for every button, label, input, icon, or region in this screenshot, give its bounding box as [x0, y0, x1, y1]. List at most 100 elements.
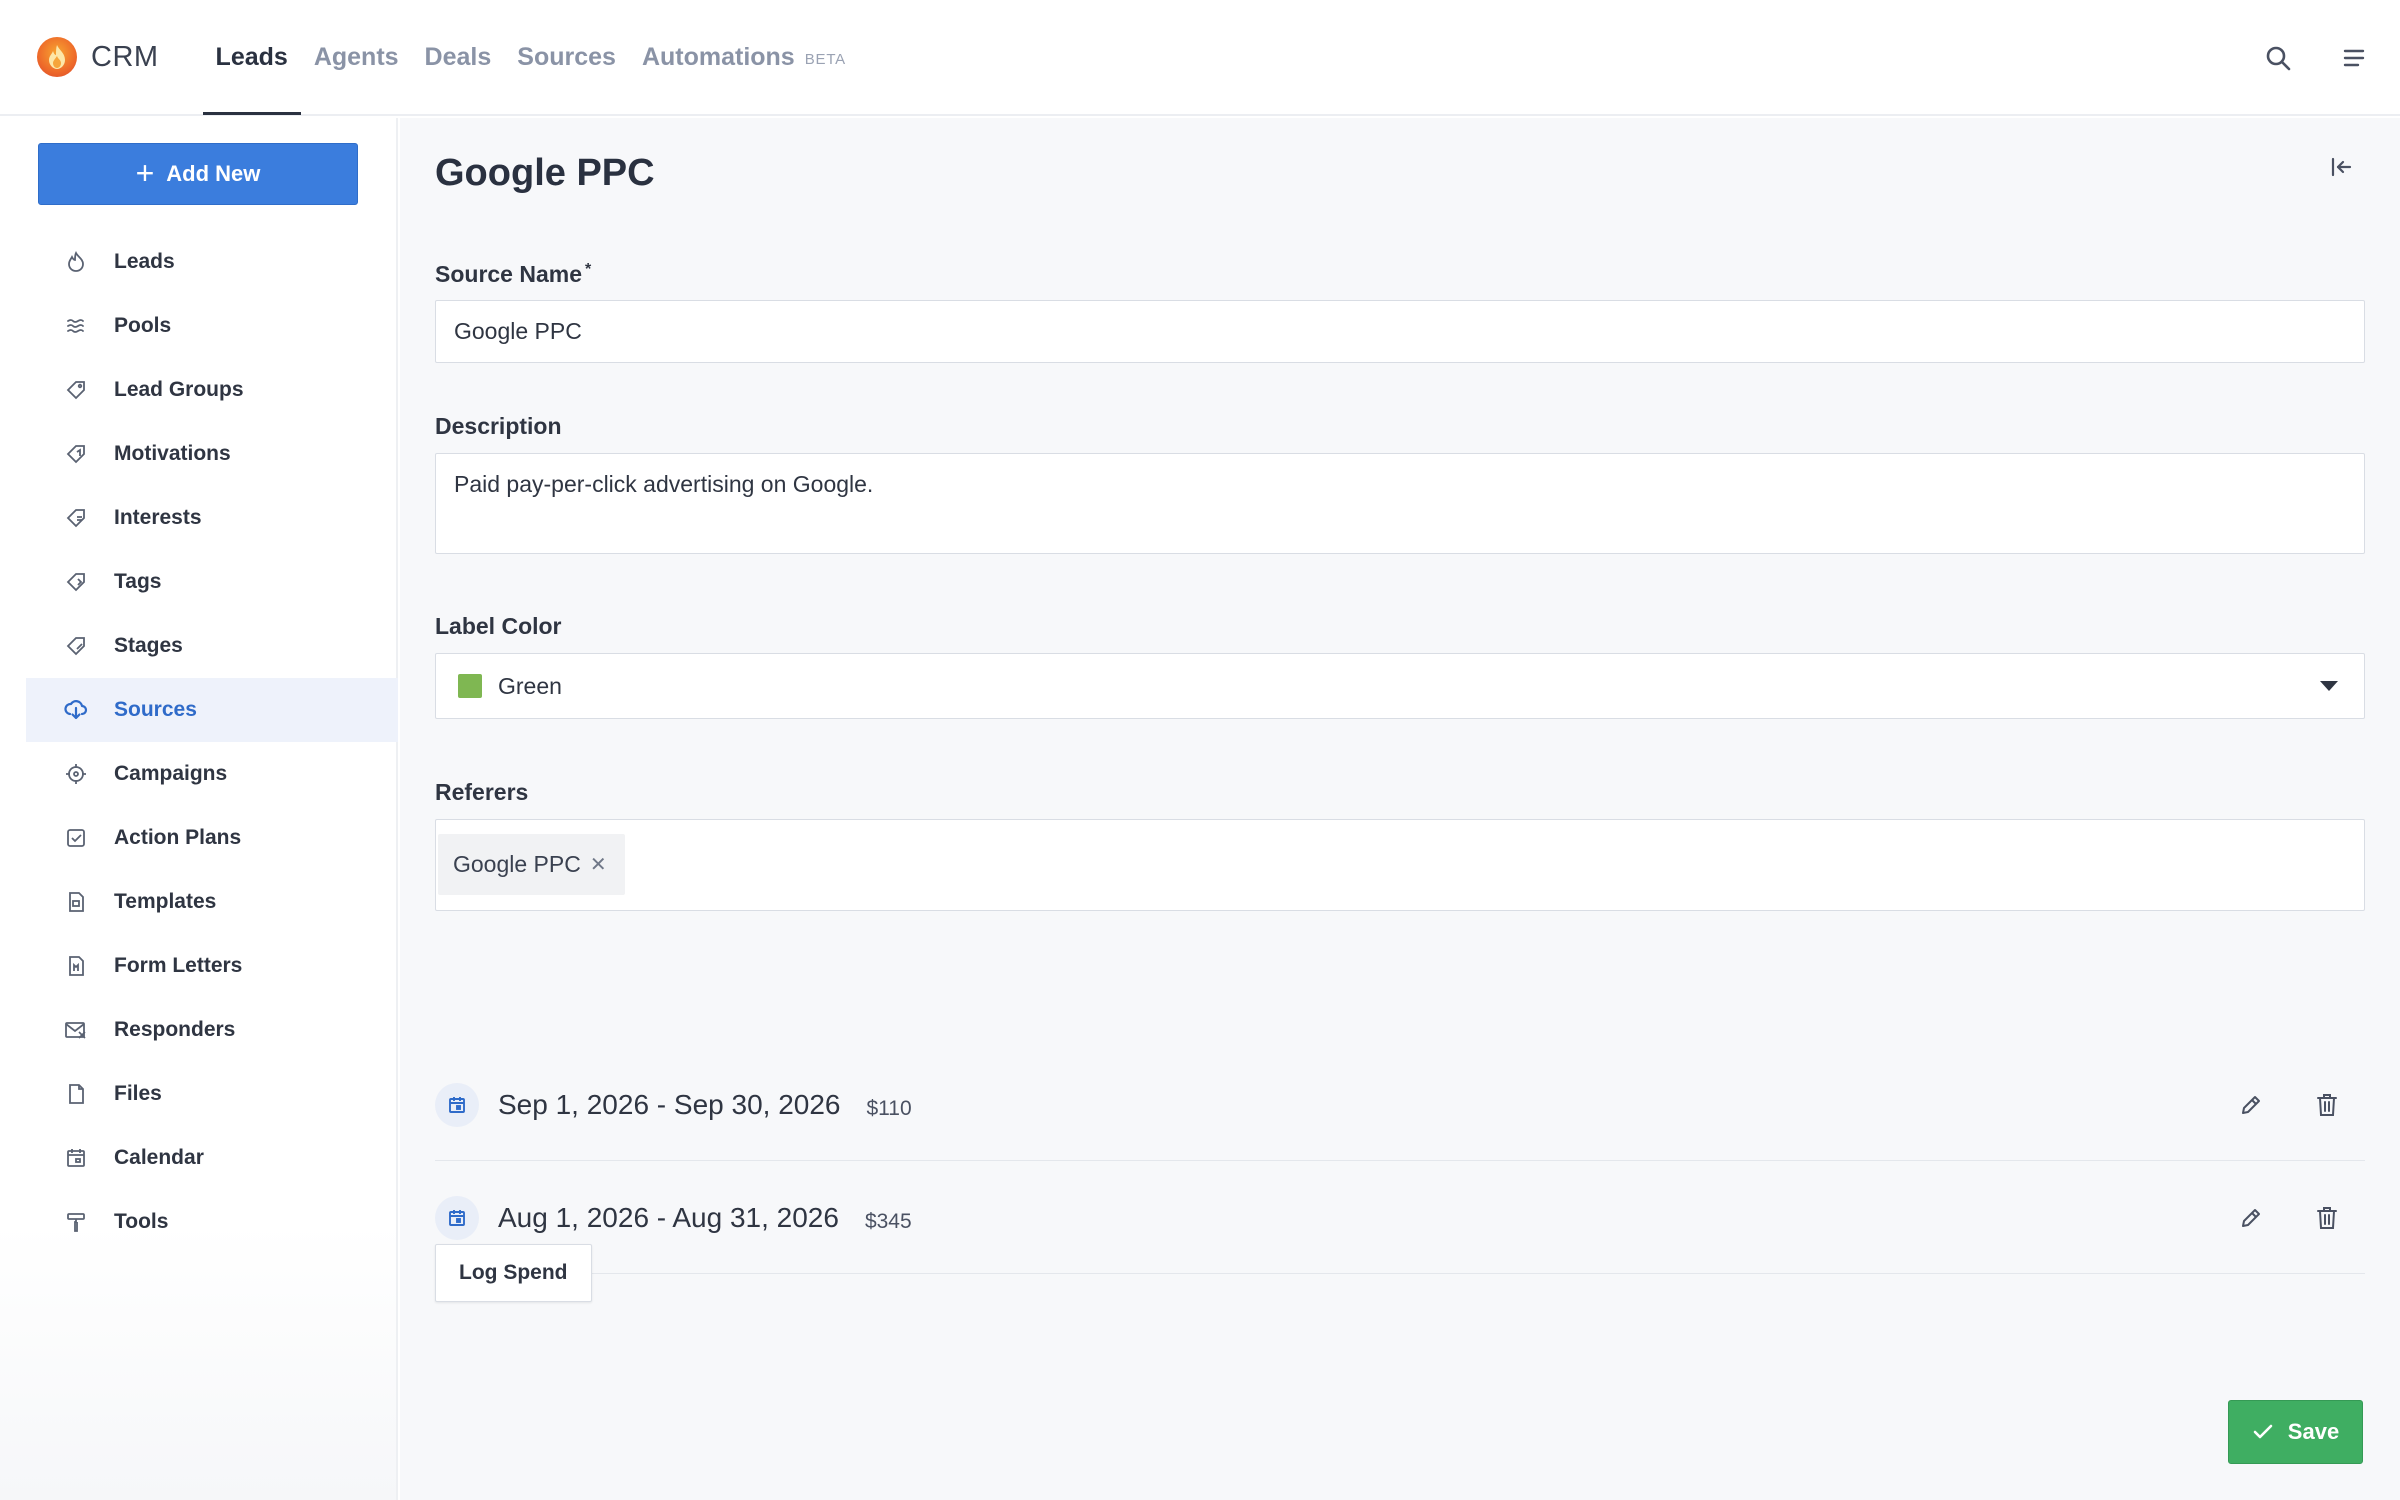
page-title: Google PPC: [435, 152, 655, 194]
label-color-label: Label Color: [435, 613, 562, 639]
sidebar-item-label: Motivations: [114, 442, 231, 465]
sidebar-item-label: Lead Groups: [114, 378, 244, 401]
add-new-button[interactable]: + Add New: [38, 143, 358, 205]
leads-icon: [58, 251, 94, 273]
pools-icon: [58, 315, 94, 337]
topnav-label: Agents: [313, 42, 399, 71]
flame-icon: [37, 37, 77, 77]
motivations-icon: [58, 443, 94, 465]
source-name-label-text: Source Name: [435, 261, 583, 287]
sidebar-item-action-plans[interactable]: Action Plans: [26, 806, 398, 870]
sidebar-item-pools[interactable]: Pools: [26, 294, 398, 358]
log-spend-button[interactable]: Log Spend: [435, 1244, 592, 1302]
paint-roller-icon: [58, 1211, 94, 1233]
file-icon: [58, 1083, 94, 1105]
plus-icon: +: [135, 154, 155, 191]
sidebar-item-calendar[interactable]: Calendar: [26, 1126, 398, 1190]
menu-icon[interactable]: [2316, 0, 2392, 116]
spend-entry: Aug 1, 2026 - Aug 31, 2026 $345: [435, 1162, 2365, 1274]
spend-amount: $110: [866, 1096, 912, 1120]
spend-date-range: Sep 1, 2026 - Sep 30, 2026: [498, 1088, 841, 1120]
brand[interactable]: CRM: [37, 37, 159, 77]
checkbox-icon: [58, 827, 94, 849]
sidebar-item-label: Templates: [114, 890, 217, 913]
calendar-icon: [435, 1195, 479, 1240]
required-mark: *: [585, 261, 592, 278]
calendar-icon: [435, 1082, 479, 1127]
sidebar-item-label: Action Plans: [114, 826, 242, 849]
topnav-automations[interactable]: Automations BETA: [629, 0, 859, 115]
topnav-agents[interactable]: Agents: [301, 0, 412, 115]
source-name-label: Source Name *: [435, 261, 591, 288]
referers-label: Referers: [435, 779, 529, 805]
search-icon[interactable]: [2240, 0, 2316, 116]
interests-icon: [58, 507, 94, 529]
sidebar-item-interests[interactable]: Interests: [26, 486, 398, 550]
sidebar-item-label: Responders: [114, 1018, 236, 1041]
calendar-icon: [58, 1147, 94, 1169]
top-bar: CRM Leads Agents Deals Sources Automatio…: [0, 0, 2400, 116]
sidebar-item-tags[interactable]: Tags: [26, 550, 398, 614]
row-actions: [2213, 1162, 2365, 1273]
edit-icon[interactable]: [2213, 1093, 2289, 1117]
row-actions: [2213, 1049, 2365, 1160]
source-name-input[interactable]: Google PPC: [435, 300, 2365, 363]
topnav-label: Sources: [517, 42, 616, 71]
edit-icon[interactable]: [2213, 1206, 2289, 1230]
trash-icon[interactable]: [2289, 1206, 2365, 1230]
sidebar-item-label: Tags: [114, 570, 162, 593]
spend-amount: $345: [864, 1209, 912, 1233]
sidebar: + Add New Leads Pools Lead Groups Motiva…: [0, 118, 398, 1500]
sidebar-item-label: Tools: [114, 1210, 169, 1233]
beta-badge: BETA: [804, 50, 846, 68]
chevron-down-icon: [2320, 681, 2338, 691]
sources-icon: [58, 699, 94, 721]
referers-input[interactable]: Google PPC ✕: [435, 819, 2365, 911]
main-panel: Google PPC Source Name * Google PPC Descr…: [400, 118, 2400, 1500]
save-button[interactable]: Save: [2228, 1400, 2363, 1464]
topnav-sources[interactable]: Sources: [504, 0, 629, 115]
description-value: Paid pay-per-click advertising on Google…: [454, 471, 874, 497]
sidebar-item-label: Campaigns: [114, 762, 228, 785]
sidebar-item-templates[interactable]: Templates: [26, 870, 398, 934]
top-nav: Leads Agents Deals Sources Automations B…: [202, 0, 859, 115]
sidebar-item-tools[interactable]: Tools: [26, 1190, 398, 1254]
sidebar-item-campaigns[interactable]: Campaigns: [26, 742, 398, 806]
topnav-label: Deals: [424, 42, 492, 71]
topnav-label: Leads: [215, 42, 288, 71]
topnav-label: Automations: [641, 42, 795, 71]
description-label: Description: [435, 413, 562, 439]
crosshair-icon: [58, 763, 94, 785]
sidebar-item-sources[interactable]: Sources: [26, 678, 398, 742]
tag-icon: [58, 379, 94, 401]
label-color-value: Green: [498, 672, 562, 699]
label-color-select[interactable]: Green: [435, 653, 2365, 719]
responders-icon: [58, 1019, 94, 1041]
stages-icon: [58, 635, 94, 657]
collapse-panel-icon[interactable]: [2330, 156, 2352, 183]
top-actions: [2240, 0, 2400, 116]
topnav-deals[interactable]: Deals: [412, 0, 505, 115]
check-icon: [2253, 1424, 2273, 1439]
sidebar-nav: Leads Pools Lead Groups Motivations Inte…: [26, 230, 398, 1254]
sidebar-item-lead-groups[interactable]: Lead Groups: [26, 358, 398, 422]
app-name: CRM: [91, 40, 159, 73]
source-name-value: Google PPC: [454, 318, 582, 344]
referer-tag: Google PPC ✕: [438, 834, 625, 895]
topnav-leads[interactable]: Leads: [202, 0, 302, 115]
description-textarea[interactable]: Paid pay-per-click advertising on Google…: [435, 453, 2365, 554]
form-letter-icon: [58, 955, 94, 977]
remove-tag-icon[interactable]: ✕: [590, 852, 607, 877]
sidebar-item-label: Leads: [114, 250, 175, 273]
trash-icon[interactable]: [2289, 1093, 2365, 1117]
sidebar-item-motivations[interactable]: Motivations: [26, 422, 398, 486]
spend-entry: Sep 1, 2026 - Sep 30, 2026 $110: [435, 1049, 2365, 1161]
sidebar-item-files[interactable]: Files: [26, 1062, 398, 1126]
sidebar-item-form-letters[interactable]: Form Letters: [26, 934, 398, 998]
template-icon: [58, 891, 94, 913]
sidebar-item-responders[interactable]: Responders: [26, 998, 398, 1062]
sidebar-item-stages[interactable]: Stages: [26, 614, 398, 678]
save-label: Save: [2287, 1419, 2340, 1444]
sidebar-item-label: Files: [114, 1082, 162, 1105]
sidebar-item-leads[interactable]: Leads: [26, 230, 398, 294]
